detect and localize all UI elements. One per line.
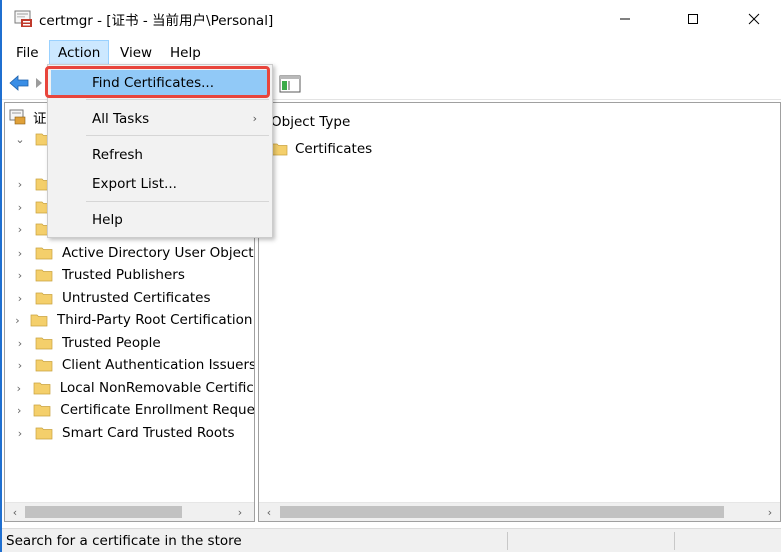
folder-icon <box>33 382 51 395</box>
tree-item-label: Trusted Publishers <box>62 267 185 283</box>
menu-action[interactable]: Action <box>49 40 110 66</box>
column-header-object-type[interactable]: Object Type <box>271 114 350 130</box>
tree-item[interactable]: › Trusted Publishers <box>5 264 254 286</box>
certmgr-app-icon <box>14 10 32 27</box>
scroll-right-arrow-icon[interactable]: › <box>231 503 249 521</box>
tree-horizontal-scrollbar[interactable]: ‹ › <box>5 502 254 521</box>
scroll-left-arrow-icon[interactable]: ‹ <box>6 503 24 521</box>
expand-chevron-right-icon[interactable]: › <box>11 269 29 282</box>
tree-item[interactable]: › Trusted People <box>5 332 254 354</box>
scrollbar-thumb[interactable] <box>280 506 724 518</box>
menu-item-help[interactable]: Help <box>51 207 269 233</box>
maximize-button[interactable] <box>670 0 716 38</box>
tree-item-label: Trusted People <box>62 335 161 351</box>
folder-icon <box>35 269 53 282</box>
menu-item-find-certificates[interactable]: Find Certificates... <box>45 66 270 98</box>
expand-chevron-right-icon[interactable]: › <box>11 178 29 191</box>
tree-item[interactable]: › Third-Party Root Certification Authori… <box>5 309 254 331</box>
submenu-arrow-icon: › <box>252 112 257 125</box>
maximize-icon <box>688 14 698 24</box>
expand-chevron-down-icon[interactable]: ⌄ <box>11 133 29 146</box>
expand-chevron-right-icon[interactable]: › <box>11 404 27 417</box>
close-icon <box>748 13 760 25</box>
tree-item-label: Local NonRemovable Certificates <box>59 380 254 396</box>
back-arrow-icon[interactable] <box>8 74 30 92</box>
window-title: certmgr - [证书 - 当前用户\Personal] <box>39 13 274 29</box>
tree-root[interactable]: 证 <box>9 108 47 127</box>
title-bar[interactable]: certmgr - [证书 - 当前用户\Personal] <box>2 0 781 38</box>
results-horizontal-scrollbar[interactable]: ‹ › <box>259 502 780 521</box>
folder-icon <box>35 359 53 372</box>
tree-item-label: Smart Card Trusted Roots <box>62 425 235 441</box>
expand-chevron-right-icon[interactable]: › <box>11 292 29 305</box>
folder-icon <box>35 247 53 260</box>
expand-chevron-right-icon[interactable]: › <box>11 247 29 260</box>
expand-chevron-right-icon[interactable]: › <box>11 359 29 372</box>
expand-chevron-right-icon[interactable]: › <box>11 223 29 236</box>
folder-icon <box>30 314 48 327</box>
action-menu-dropdown: Find Certificates... All Tasks › Refresh… <box>45 64 273 238</box>
tree-item-label: Untrusted Certificates <box>62 290 211 306</box>
folder-icon <box>35 292 53 305</box>
list-item[interactable]: Certificates <box>270 139 372 159</box>
expand-chevron-right-icon[interactable]: › <box>11 201 29 214</box>
menu-item-export-list[interactable]: Export List... <box>51 171 269 197</box>
menu-separator <box>86 201 269 202</box>
menu-separator <box>86 99 269 100</box>
status-divider <box>674 532 675 550</box>
tree-item[interactable]: › Untrusted Certificates <box>5 287 254 309</box>
menu-item-all-tasks[interactable]: All Tasks › <box>51 106 269 132</box>
expand-chevron-right-icon[interactable]: › <box>11 382 27 395</box>
status-divider <box>507 532 508 550</box>
list-item-label: Certificates <box>295 141 373 157</box>
forward-arrow-icon[interactable] <box>34 76 44 90</box>
tree-item-label: Certificate Enrollment Requests <box>60 402 254 418</box>
scroll-right-arrow-icon[interactable]: › <box>761 503 779 521</box>
certificate-store-icon <box>9 109 26 125</box>
scrollbar-thumb[interactable] <box>25 506 182 518</box>
certmgr-window: certmgr - [证书 - 当前用户\Personal] File Acti… <box>0 0 781 552</box>
folder-icon <box>35 337 53 350</box>
close-button[interactable] <box>731 0 777 38</box>
scroll-left-arrow-icon[interactable]: ‹ <box>260 503 278 521</box>
menu-file[interactable]: File <box>8 40 47 66</box>
menu-item-label: All Tasks <box>92 111 150 127</box>
tree-root-label: 证 <box>33 111 47 127</box>
menu-item-label: Help <box>92 212 123 228</box>
folder-icon <box>33 404 51 417</box>
menu-item-refresh[interactable]: Refresh <box>51 142 269 168</box>
minimize-icon <box>620 18 630 20</box>
show-hide-console-tree-icon[interactable] <box>279 75 301 93</box>
menu-bar: File Action View Help <box>2 38 781 67</box>
expand-chevron-right-icon[interactable]: › <box>11 314 24 327</box>
tree-item-label: Client Authentication Issuers <box>61 357 254 373</box>
highlight-annotation-box <box>45 66 270 98</box>
results-pane[interactable]: Object Type Certificates ‹ › <box>258 102 781 522</box>
tree-item-label: Third-Party Root Certification Authoriti… <box>56 312 254 328</box>
expand-chevron-right-icon[interactable]: › <box>11 427 29 440</box>
menu-help[interactable]: Help <box>162 40 209 66</box>
tree-item[interactable]: › Client Authentication Issuers <box>5 354 254 376</box>
minimize-button[interactable] <box>602 0 648 38</box>
status-text: Search for a certificate in the store <box>6 533 242 549</box>
folder-icon <box>35 427 53 440</box>
menu-separator <box>86 135 269 136</box>
tree-item[interactable]: › Smart Card Trusted Roots <box>5 422 254 444</box>
menu-view[interactable]: View <box>112 40 160 66</box>
tree-item[interactable]: › Active Directory User Object <box>5 242 254 264</box>
tree-item[interactable]: › Certificate Enrollment Requests <box>5 399 254 421</box>
status-bar: Search for a certificate in the store <box>2 528 781 552</box>
menu-item-label: Export List... <box>92 176 177 192</box>
tree-item[interactable]: › Local NonRemovable Certificates <box>5 377 254 399</box>
expand-chevron-right-icon[interactable]: › <box>11 337 29 350</box>
menu-item-label: Refresh <box>92 147 143 163</box>
tree-item-label: Active Directory User Object <box>62 245 254 261</box>
